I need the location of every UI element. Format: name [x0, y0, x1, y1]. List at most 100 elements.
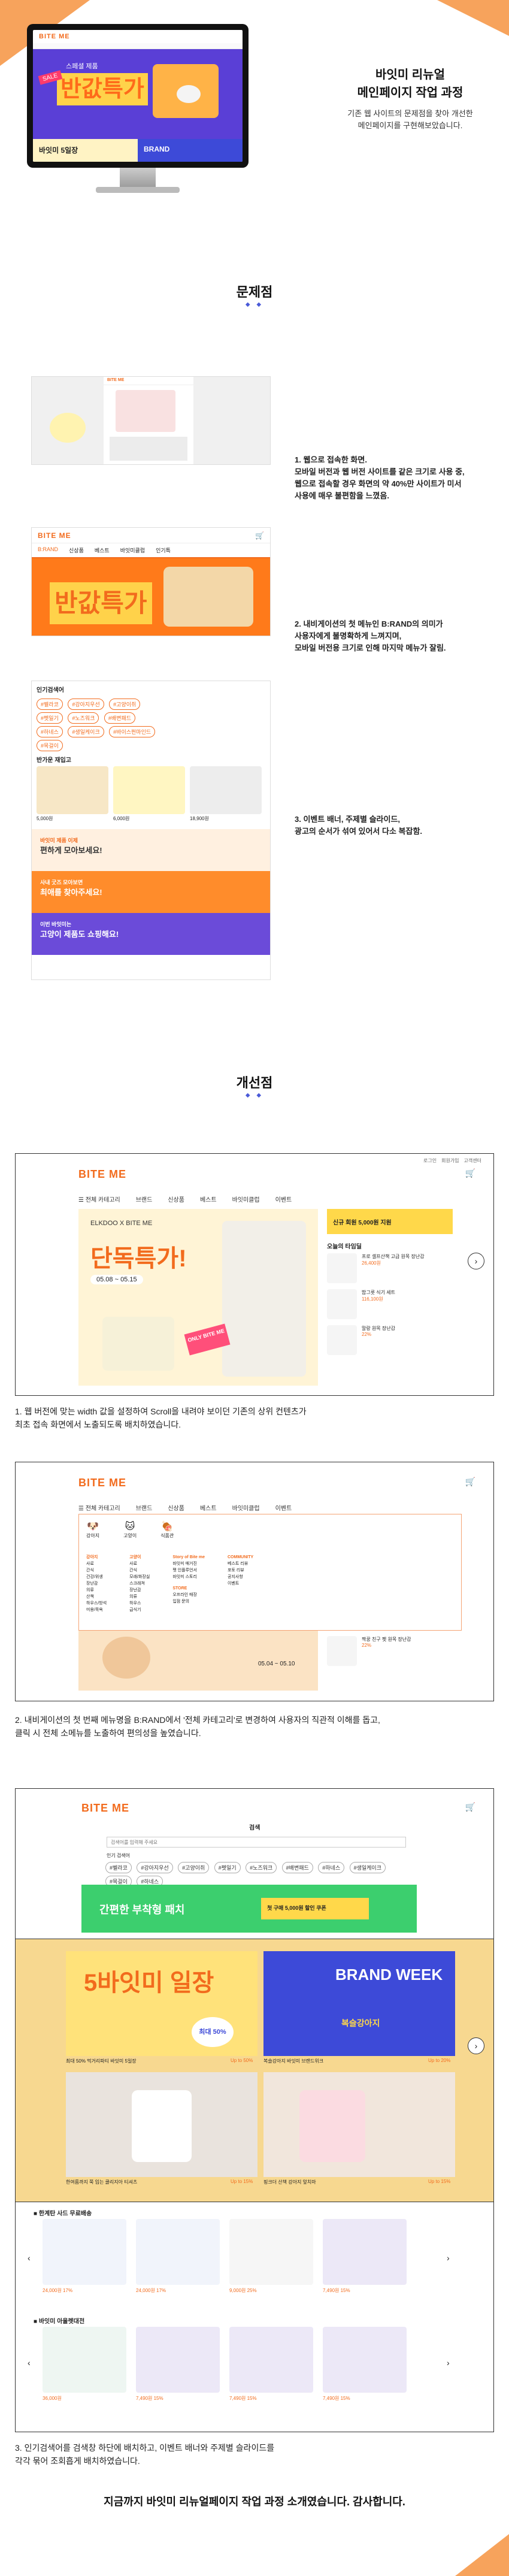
nav-new[interactable]: 신상품 — [168, 1195, 184, 1204]
nav-event[interactable]: 이벤트 — [275, 1195, 292, 1204]
nav-brand[interactable]: 브랜드 — [136, 1503, 153, 1512]
nav-all-category[interactable]: ☰ 전체 카테고리 — [78, 1195, 120, 1204]
cart-icon[interactable]: 🛒 — [465, 1802, 475, 1812]
popular-title: 인기 검색어 — [107, 1853, 131, 1858]
event-banner-apron[interactable] — [263, 2072, 455, 2177]
tab-best[interactable]: 베스트 — [95, 546, 110, 554]
next-arrow-icon[interactable]: › — [468, 1253, 484, 1269]
next-arrow-icon[interactable]: › — [447, 2358, 450, 2368]
popular-tag[interactable]: #생일케이크 — [349, 1862, 386, 1873]
tab-new[interactable]: 신상품 — [69, 546, 84, 554]
product-price: 36,000원 — [43, 2396, 62, 2401]
nav-event[interactable]: 이벤트 — [275, 1503, 292, 1512]
event-discount: Up to 15% — [428, 2179, 451, 2184]
popular-tag[interactable]: #고양이쥐 — [178, 1862, 210, 1873]
search-input[interactable] — [107, 1837, 406, 1848]
timedeal-item[interactable]: 말랑 원목 장난감 22% — [327, 1325, 395, 1355]
event-banner-brandweek[interactable]: BRAND WEEK 복슬강아지 — [263, 1951, 455, 2056]
support-link[interactable]: 고객센터 — [464, 1157, 481, 1164]
page-subtitle: 기존 웹 사이트의 문제점을 찾아 개선한 메인페이지를 구현해보았습니다. — [347, 109, 473, 130]
site-logo[interactable]: BITE ME — [78, 1477, 126, 1489]
restock-row: 5,000원 6,000원 18,900원 — [32, 766, 270, 822]
product-card[interactable]: 7,490원 15% — [229, 2327, 313, 2402]
signup-link[interactable]: 회원가입 — [441, 1157, 459, 1164]
coupon-banner[interactable]: 신규 회원 5,000원 지원 — [327, 1209, 453, 1234]
popular-tag[interactable]: #목걸이 — [37, 740, 63, 751]
nav-club[interactable]: 바잇미클럽 — [232, 1503, 260, 1512]
product-card[interactable]: 36,000원 — [43, 2327, 126, 2402]
product-image — [136, 2219, 220, 2285]
timedeal-item[interactable]: 짝꿍 친구 펫 원목 장난감 22% — [327, 1636, 411, 1666]
popular-tag[interactable]: #생일케이크 — [68, 726, 104, 737]
site-logo[interactable]: BITE ME — [81, 1802, 129, 1815]
event-caption: 복슬강아지 바잇미 브랜드위크 — [263, 2058, 324, 2064]
nav-new[interactable]: 신상품 — [168, 1503, 184, 1512]
product-card[interactable]: 7,490원 15% — [323, 2219, 407, 2294]
cart-icon[interactable]: 🛒 — [255, 531, 264, 540]
popular-tag[interactable]: #강아지우선 — [137, 1862, 173, 1873]
timedeal-item[interactable]: 밥그릇 식기 세트 116,100원 — [327, 1289, 395, 1319]
popular-tag[interactable]: #노즈워크 — [246, 1862, 277, 1873]
tab-brand[interactable]: B:RAND — [38, 546, 58, 554]
event-banner-1[interactable]: 바잇미 제품 이제 편하게 모아보세요! — [32, 829, 270, 871]
product-card[interactable]: 9,000원 25% — [229, 2219, 313, 2294]
popular-tag[interactable]: #노즈워크 — [68, 712, 99, 724]
food-category-icon[interactable]: 🍖 식품관 — [160, 1520, 174, 1539]
nav-club[interactable]: 바잇미클럽 — [232, 1195, 260, 1204]
event-banner-3[interactable]: 이번 바잇미는 고양이 제품도 쇼핑해요! — [32, 913, 270, 955]
popular-tag[interactable]: #벨라코 — [37, 699, 63, 710]
cart-icon[interactable]: 🛒 — [465, 1477, 475, 1487]
popular-tag[interactable]: #고양이쥐 — [109, 699, 141, 710]
dog-image — [132, 2090, 192, 2162]
tab-club[interactable]: 바잇미클럽 — [120, 546, 145, 554]
timedeal-item[interactable]: 프로 셀프산책 고급 원목 장난감 26,400원 — [327, 1253, 425, 1283]
cart-icon[interactable]: 🛒 — [465, 1168, 475, 1178]
popular-tag[interactable]: #펫일기 — [214, 1862, 241, 1873]
nav-best[interactable]: 베스트 — [200, 1503, 217, 1512]
mega-menu: 🐶 강아지 🐱 고양이 🍖 식품관 강아지 사료 간식 건강/위생 장난감 의류 산책… — [78, 1514, 462, 1631]
popular-tag[interactable]: #하네스 — [37, 726, 63, 737]
nav-all-category[interactable]: ☰ 전체 카테고리 — [78, 1503, 120, 1512]
event-banner-2[interactable]: 사내 굿즈 모아보면 최애를 찾아주세요! — [32, 871, 270, 913]
hero-banner-partial[interactable]: 05.04 ~ 05.10 — [78, 1631, 318, 1691]
nav-brand[interactable]: 브랜드 — [136, 1195, 153, 1204]
problem-screenshot-2: BITE ME 🛒 B:RAND 신상품 베스트 바잇미클럽 인기특 반값특가 — [31, 527, 271, 636]
cat-category-icon[interactable]: 🐱 고양이 — [123, 1520, 137, 1539]
site-logo[interactable]: BITE ME — [78, 1168, 126, 1181]
popular-tag[interactable]: #바이스펀마인드 — [109, 726, 156, 737]
popular-tag[interactable]: #배변패드 — [104, 712, 136, 724]
product-card[interactable]: 7,490원 15% — [323, 2327, 407, 2402]
event-subtitle: 복슬강아지 — [341, 2018, 380, 2028]
closing-message: 지금까지 바잇미 리뉴얼페이지 작업 과정 소개였습니다. 감사합니다. — [104, 2496, 405, 2508]
next-arrow-icon[interactable]: › — [447, 2253, 450, 2263]
product-image[interactable] — [190, 766, 262, 814]
popular-tag[interactable]: #펫일기 — [37, 712, 63, 724]
product-slider-1: 24,000원 17% 24,000원 17% 9,000원 25% 7,490… — [43, 2219, 407, 2294]
next-arrow-icon[interactable]: › — [468, 2037, 484, 2054]
popular-tag[interactable]: #배변패드 — [281, 1862, 313, 1873]
menu-column-cat: 고양이 사료 간식 모래/화장실 스크래쳐 장난감 의류 하우스 급식기 — [129, 1555, 150, 1612]
nav-best[interactable]: 베스트 — [200, 1195, 217, 1204]
popular-tag[interactable]: #강아지우선 — [68, 699, 104, 710]
product-card[interactable]: 7,490원 15% — [136, 2327, 220, 2402]
login-link[interactable]: 로그인 — [423, 1157, 437, 1164]
event-banner-tshirt[interactable] — [66, 2072, 257, 2177]
popular-title: 인기검색어 — [37, 687, 64, 694]
event-discount: Up to 15% — [231, 2179, 253, 2184]
product-image[interactable] — [37, 766, 108, 814]
product-image[interactable] — [113, 766, 185, 814]
product-card[interactable]: 24,000원 17% — [136, 2219, 220, 2294]
prev-arrow-icon[interactable]: ‹ — [28, 2358, 31, 2368]
product-price: 7,490원 15% — [323, 2288, 350, 2293]
popular-tag[interactable]: #벨라코 — [105, 1862, 132, 1873]
hero-banner[interactable]: ELKDOO X BITE ME 단독특가! 05.08 ~ 05.15 ONL… — [78, 1209, 318, 1386]
event-banner-5day[interactable]: 5바잇미 일장 최대 50% — [66, 1951, 257, 2056]
brand-banner: BRAND — [138, 139, 243, 162]
green-banner[interactable]: 간편한 부착형 패치 첫 구매 5,000원 할인 쿠폰 — [81, 1885, 417, 1933]
dog-category-icon[interactable]: 🐶 강아지 — [86, 1520, 99, 1539]
popular-tag[interactable]: #하네스 — [318, 1862, 345, 1873]
coupon-banner[interactable]: 첫 구매 5,000원 할인 쿠폰 — [261, 1898, 369, 1919]
tab-popular[interactable]: 인기특 — [156, 546, 171, 554]
product-card[interactable]: 24,000원 17% — [43, 2219, 126, 2294]
prev-arrow-icon[interactable]: ‹ — [28, 2253, 31, 2263]
